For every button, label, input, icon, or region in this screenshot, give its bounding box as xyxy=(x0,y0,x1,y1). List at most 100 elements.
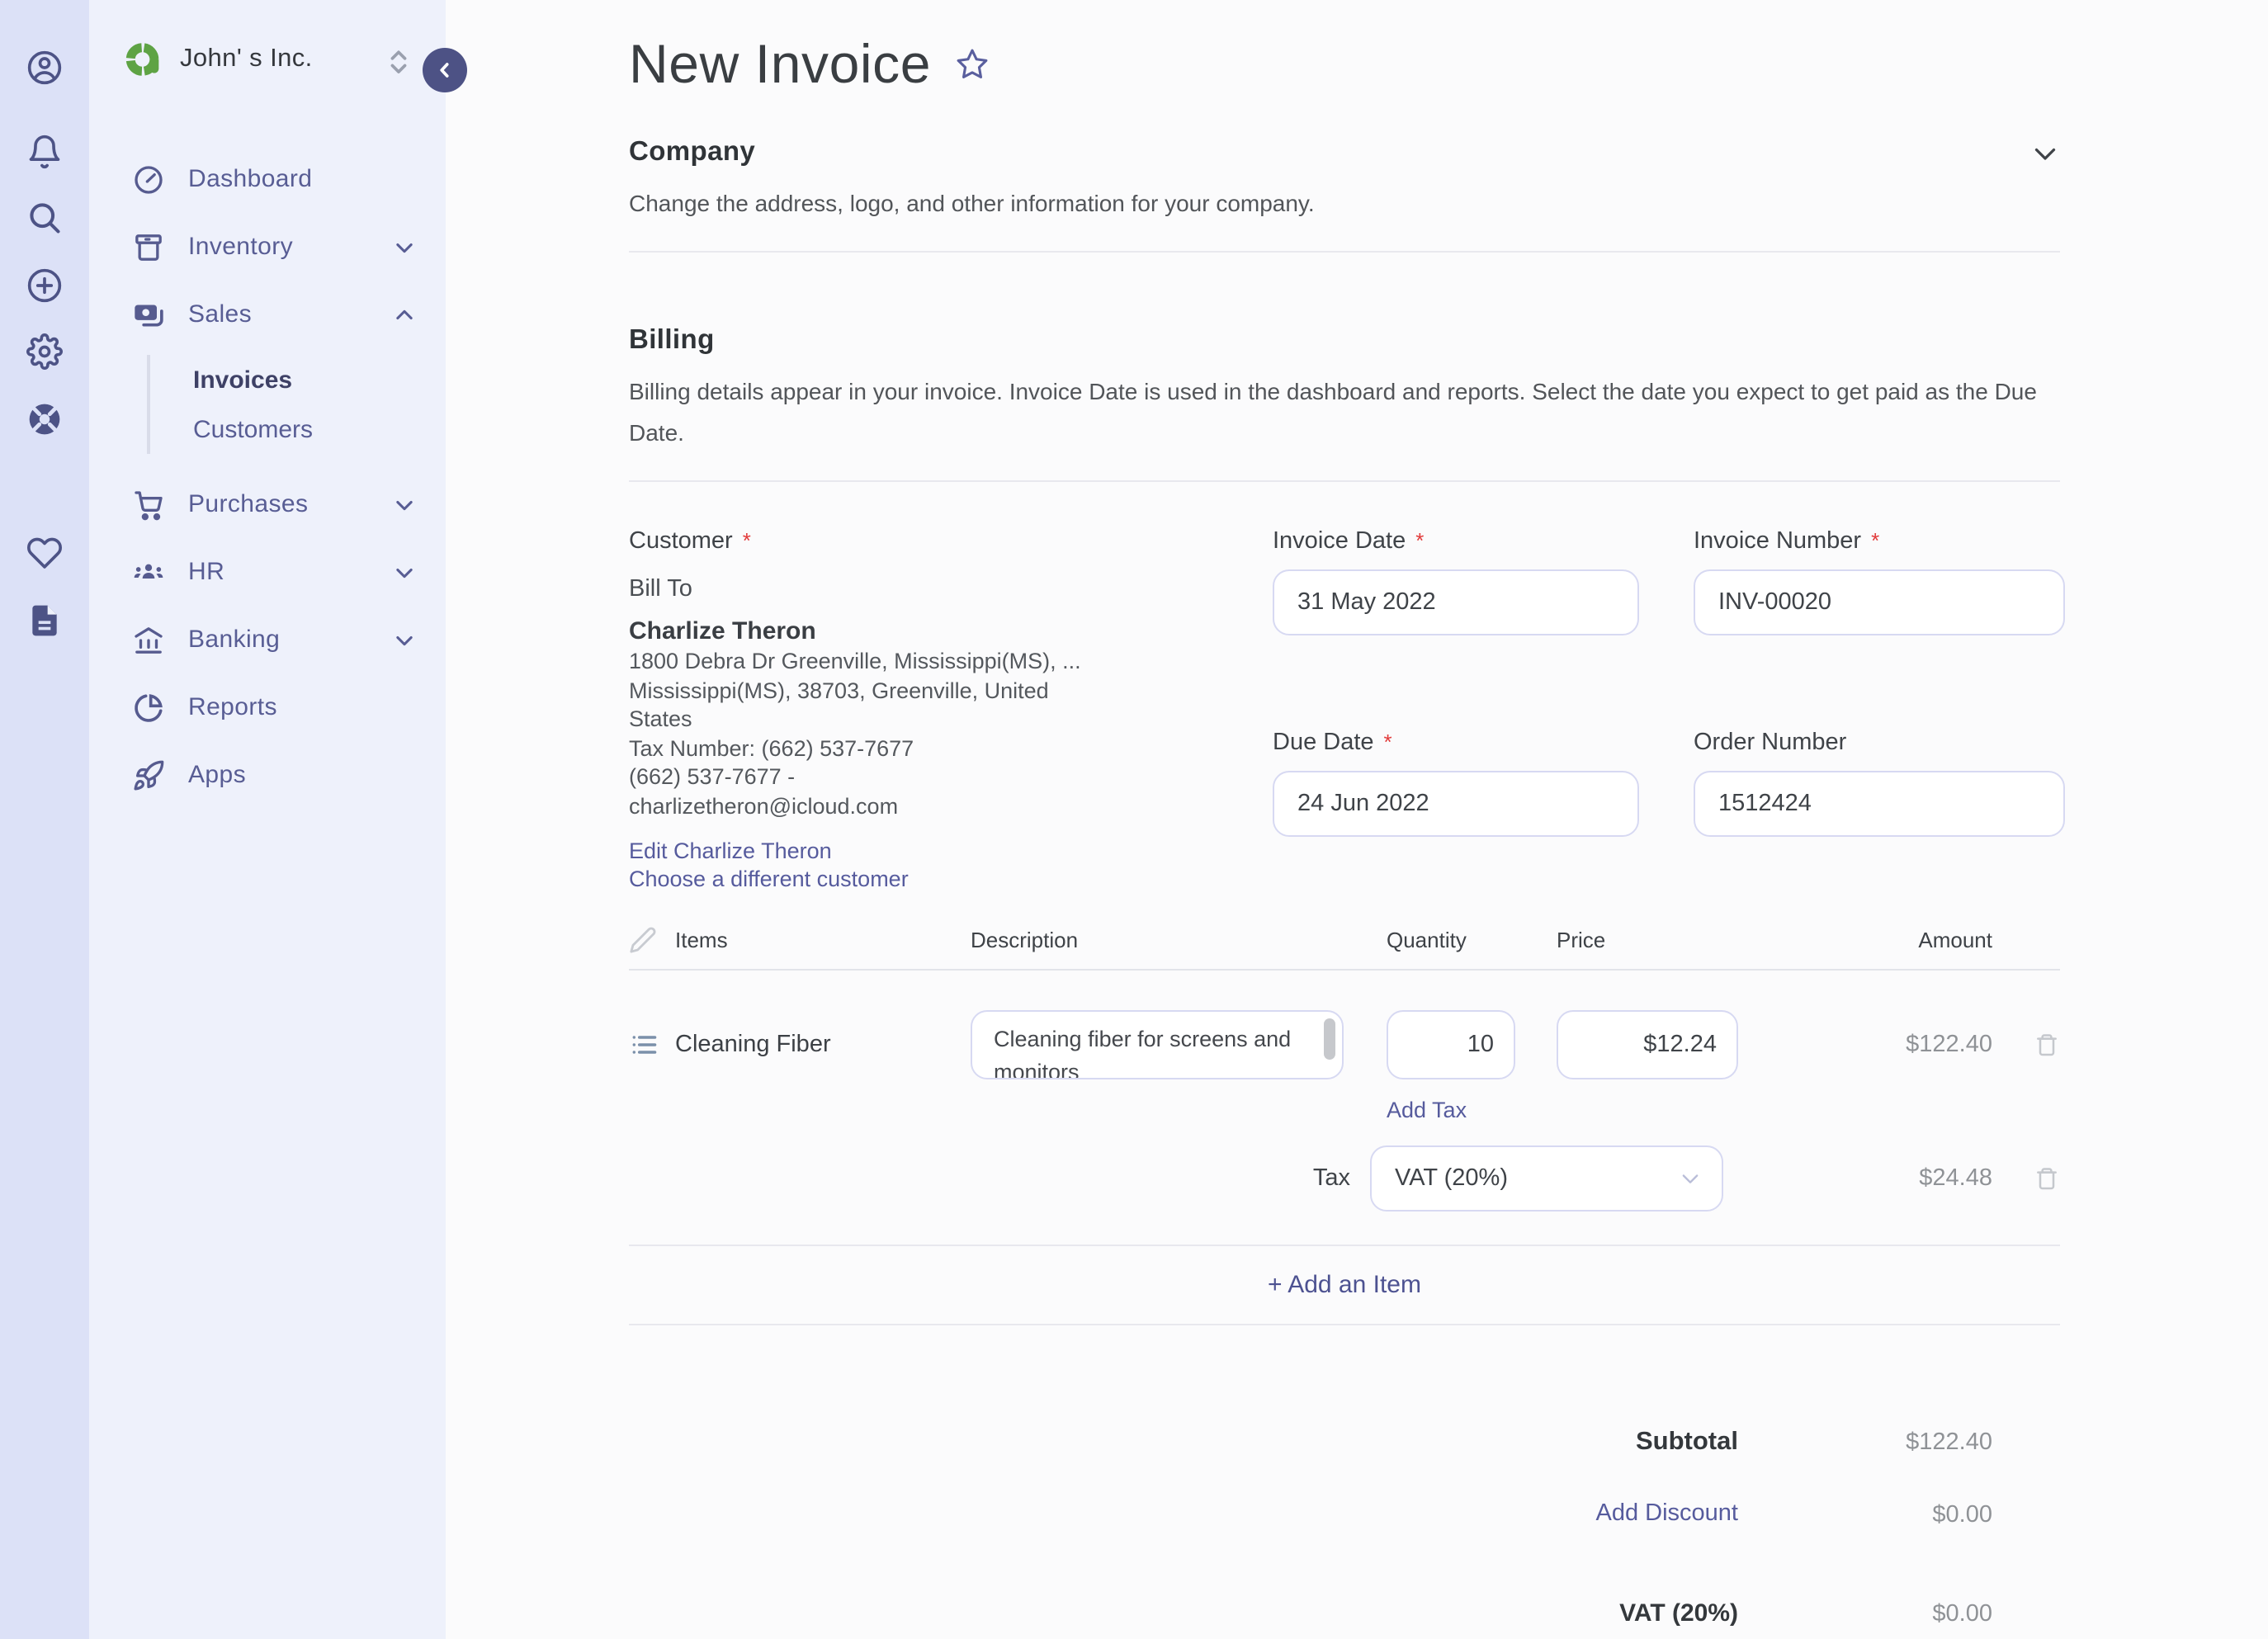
customer-phone: (662) 537-7677 - xyxy=(629,764,796,789)
chevron-down-icon xyxy=(1679,1167,1702,1190)
notifications-icon[interactable] xyxy=(26,134,63,170)
add-item-button[interactable]: + Add an Item xyxy=(1268,1271,1421,1299)
required-marker: * xyxy=(1415,528,1425,553)
sidebar-item-customers[interactable]: Customers xyxy=(193,404,446,454)
chevron-down-icon xyxy=(393,560,416,583)
sidebar-item-invoices[interactable]: Invoices xyxy=(193,355,446,404)
billing-section-title: Billing xyxy=(629,325,715,355)
subtotal-label: Subtotal xyxy=(1636,1428,1738,1456)
item-amount: $122.40 xyxy=(1906,1032,1992,1058)
sales-subnav: Invoices Customers xyxy=(147,355,446,454)
due-date-label: Due Date xyxy=(1273,730,1374,756)
support-icon[interactable] xyxy=(26,401,63,437)
required-marker: * xyxy=(1871,528,1880,553)
settings-icon[interactable] xyxy=(26,333,63,370)
divider xyxy=(629,969,2060,971)
tax-amount: $24.48 xyxy=(1919,1165,1992,1192)
item-name: Cleaning Fiber xyxy=(675,1032,831,1058)
sidebar: John' s Inc. Dashboard Inventory Sales I… xyxy=(89,0,467,1639)
sales-icon xyxy=(132,298,165,331)
chevron-down-icon xyxy=(393,628,416,651)
company-switch-icon[interactable] xyxy=(388,50,409,74)
sidebar-item-dashboard[interactable]: Dashboard xyxy=(89,145,446,213)
totals-section: Subtotal $122.40 Add Discount $0.00 VAT … xyxy=(629,1428,2060,1639)
company-collapse-chevron-icon[interactable] xyxy=(2030,138,2060,168)
add-tax-link[interactable]: Add Tax xyxy=(1387,1098,1467,1122)
required-marker: * xyxy=(1383,730,1392,754)
sidebar-item-reports[interactable]: Reports xyxy=(89,673,446,741)
search-icon[interactable] xyxy=(26,200,63,236)
invoice-number-label: Invoice Number xyxy=(1694,528,1862,555)
delete-item-icon[interactable] xyxy=(2034,1030,2060,1060)
description-column-header: Description xyxy=(971,928,1079,952)
subtotal-value: $122.40 xyxy=(1906,1429,1992,1456)
invoice-date-input[interactable] xyxy=(1273,569,1639,635)
customer-name: Charlize Theron xyxy=(629,617,816,645)
sidebar-item-inventory[interactable]: Inventory xyxy=(89,213,446,281)
apps-icon xyxy=(132,758,165,791)
tax-label: Tax xyxy=(1312,1165,1350,1192)
account-icon[interactable] xyxy=(26,50,63,86)
item-price-input[interactable] xyxy=(1557,1010,1738,1079)
item-description-textarea[interactable]: Cleaning fiber for screens and monitors xyxy=(971,1010,1344,1079)
add-icon[interactable] xyxy=(26,267,63,304)
app-window: John' s Inc. Dashboard Inventory Sales I… xyxy=(0,0,2268,1639)
divider xyxy=(629,251,2060,253)
sidebar-item-purchases[interactable]: Purchases xyxy=(89,470,446,538)
chevron-up-icon xyxy=(393,303,416,326)
reports-icon xyxy=(132,691,165,724)
company-logo-icon xyxy=(125,41,162,78)
edit-customer-link[interactable]: Edit Charlize Theron xyxy=(629,837,1273,865)
purchases-icon xyxy=(132,488,165,521)
sidebar-item-label: Banking xyxy=(188,626,281,654)
sidebar-item-label: Dashboard xyxy=(188,165,313,193)
sidebar-collapse-button[interactable] xyxy=(423,48,467,92)
sidebar-item-label: Customers xyxy=(193,415,314,443)
customer-address-line: States xyxy=(629,706,692,731)
sidebar-item-label: Purchases xyxy=(188,490,309,518)
sidebar-item-label: Inventory xyxy=(188,233,293,261)
order-number-input[interactable] xyxy=(1694,771,2065,837)
company-name: John' s Inc. xyxy=(180,45,313,73)
amount-column-header: Amount xyxy=(1918,928,1992,952)
documents-icon[interactable] xyxy=(26,602,63,639)
pencil-icon xyxy=(629,926,657,954)
page-title: New Invoice xyxy=(629,33,932,94)
sidebar-item-apps[interactable]: Apps xyxy=(89,741,446,809)
main-content: New Invoice Company Change the address, … xyxy=(446,0,2268,1639)
customer-address-line: Mississippi(MS), 38703, Greenville, Unit… xyxy=(629,678,1049,702)
discount-value: $0.00 xyxy=(1932,1501,1992,1528)
company-switcher[interactable]: John' s Inc. xyxy=(89,0,467,119)
favorite-star-icon[interactable] xyxy=(954,46,990,83)
favorites-icon[interactable] xyxy=(26,535,63,571)
customer-address-line: 1800 Debra Dr Greenville, Mississippi(MS… xyxy=(629,649,1081,673)
add-discount-link[interactable]: Add Discount xyxy=(1596,1500,1739,1528)
order-number-label: Order Number xyxy=(1694,730,1847,756)
vat-value: $0.00 xyxy=(1932,1600,1992,1627)
sidebar-item-hr[interactable]: HR xyxy=(89,538,446,606)
sidebar-item-label: Reports xyxy=(188,693,277,721)
banking-icon xyxy=(132,623,165,656)
choose-customer-link[interactable]: Choose a different customer xyxy=(629,865,1273,893)
due-date-input[interactable] xyxy=(1273,771,1639,837)
sidebar-item-banking[interactable]: Banking xyxy=(89,606,446,673)
textarea-scrollbar[interactable] xyxy=(1324,1018,1335,1060)
price-column-header: Price xyxy=(1557,928,1606,952)
invoice-date-label: Invoice Date xyxy=(1273,528,1406,555)
sidebar-item-sales[interactable]: Sales xyxy=(89,281,446,348)
invoice-number-input[interactable] xyxy=(1694,569,2065,635)
delete-tax-icon[interactable] xyxy=(2034,1164,2060,1193)
item-quantity-input[interactable] xyxy=(1387,1010,1515,1079)
sidebar-item-label: HR xyxy=(188,558,225,586)
sidebar-item-label: Sales xyxy=(188,300,253,328)
bill-to-label: Bill To xyxy=(629,576,692,602)
invoice-item-row: Cleaning Fiber Cleaning fiber for screen… xyxy=(629,1010,2060,1079)
sidebar-item-label: Apps xyxy=(188,761,246,789)
inventory-icon xyxy=(132,230,165,263)
chevron-down-icon xyxy=(393,493,416,516)
items-column-header: Items xyxy=(675,928,728,952)
tax-select[interactable]: VAT (20%) xyxy=(1370,1145,1723,1212)
divider xyxy=(629,480,2060,482)
dashboard-icon xyxy=(132,163,165,196)
item-drag-handle-icon[interactable] xyxy=(629,1030,659,1060)
